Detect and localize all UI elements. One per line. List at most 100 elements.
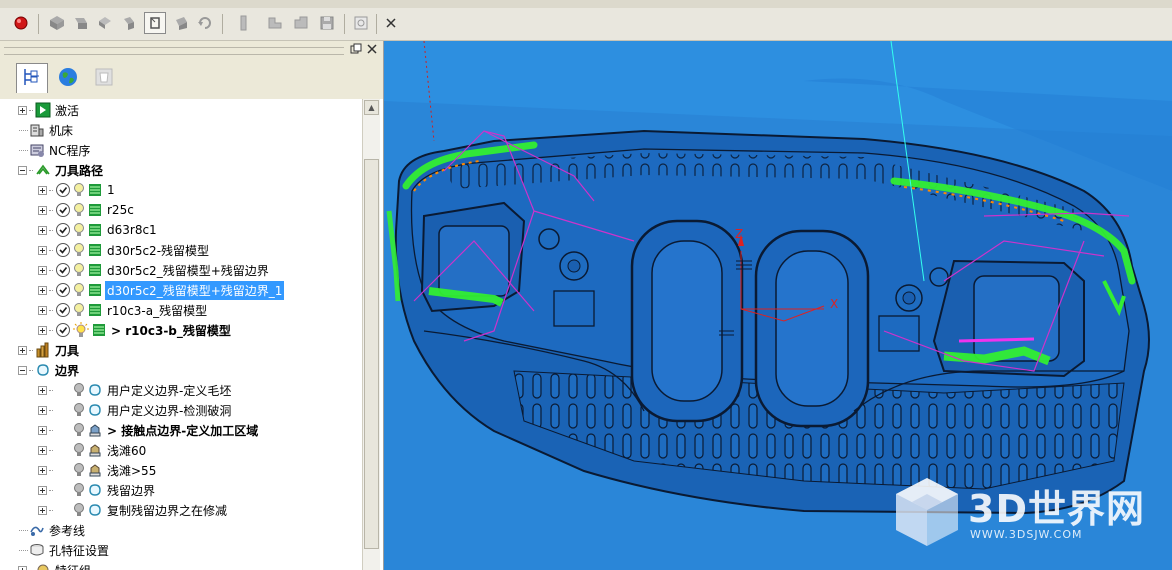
expand-icon[interactable] — [38, 425, 47, 435]
visibility-bulb-icon[interactable] — [73, 182, 85, 198]
active-check-icon[interactable] — [55, 262, 71, 278]
tree-row[interactable]: 孔特征设置 — [18, 540, 111, 560]
tree-row[interactable]: 特征组 — [18, 560, 93, 570]
expand-icon[interactable] — [38, 245, 47, 255]
visibility-bulb-icon[interactable] — [73, 442, 85, 458]
scroll-thumb[interactable] — [364, 159, 379, 549]
pane-toggle-icon[interactable] — [232, 12, 254, 34]
stop-icon[interactable] — [10, 12, 32, 34]
tree-row[interactable]: r10c3-a_残留模型 — [38, 300, 209, 320]
tree-row[interactable]: > 接触点边界-定义加工区域 — [38, 420, 260, 440]
tab-explorer[interactable] — [16, 63, 48, 93]
globe-icon — [57, 66, 79, 91]
float-icon[interactable] — [350, 43, 362, 55]
expand-icon[interactable] — [38, 445, 47, 455]
info-icon[interactable] — [350, 12, 372, 34]
tree-row[interactable]: NC程序 — [18, 140, 92, 160]
panel-grip[interactable] — [4, 47, 344, 55]
expand-icon[interactable] — [38, 325, 47, 335]
expand-icon[interactable] — [38, 485, 47, 495]
collapse-icon[interactable] — [18, 165, 27, 175]
expand-icon[interactable] — [38, 465, 47, 475]
view-top-icon[interactable] — [70, 12, 92, 34]
tree-row[interactable]: d30r5c2-残留模型 — [38, 240, 211, 260]
view-side-icon[interactable] — [118, 12, 140, 34]
active-check-icon[interactable] — [55, 182, 71, 198]
toolpath-b-icon[interactable] — [290, 12, 312, 34]
active-check-icon[interactable] — [55, 242, 71, 258]
visibility-bulb-icon[interactable] — [73, 462, 85, 478]
expand-icon[interactable] — [38, 505, 47, 515]
tree-row[interactable]: 激活 — [18, 100, 81, 120]
visibility-bulb-icon[interactable] — [73, 302, 85, 318]
visibility-bulb-on-icon[interactable] — [73, 322, 89, 338]
expand-icon[interactable] — [38, 285, 47, 295]
tree-row[interactable]: d63r8c1 — [38, 220, 159, 240]
tree-row[interactable]: 刀具路径 — [18, 160, 105, 180]
view-front-icon[interactable] — [94, 12, 116, 34]
expand-icon[interactable] — [18, 105, 27, 115]
visibility-bulb-icon[interactable] — [73, 202, 85, 218]
rotate-icon[interactable] — [194, 12, 216, 34]
save-icon[interactable] — [316, 12, 338, 34]
tree-row[interactable]: 用户定义边界-定义毛坯 — [38, 380, 233, 400]
collapse-icon[interactable] — [18, 365, 27, 375]
expand-icon[interactable] — [18, 345, 27, 355]
tree-row[interactable]: 用户定义边界-检测破洞 — [38, 400, 233, 420]
tree-row[interactable]: 参考线 — [18, 520, 87, 540]
active-check-icon[interactable] — [55, 202, 71, 218]
expand-icon[interactable] — [38, 205, 47, 215]
visibility-bulb-icon[interactable] — [73, 242, 85, 258]
active-check-icon[interactable] — [55, 322, 71, 338]
scroll-up-button[interactable]: ▲ — [364, 100, 379, 115]
visibility-bulb-icon[interactable] — [73, 282, 85, 298]
tree-row[interactable]: 复制残留边界之在修减 — [38, 500, 229, 520]
expand-icon[interactable] — [38, 185, 47, 195]
expand-icon[interactable] — [38, 305, 47, 315]
expand-icon[interactable] — [38, 225, 47, 235]
panel-header — [0, 41, 383, 60]
tree-row[interactable]: r25c — [38, 200, 136, 220]
expand-icon[interactable] — [38, 385, 47, 395]
tree-connector — [19, 549, 28, 551]
expand-icon[interactable] — [18, 565, 27, 570]
tree-scrollbar[interactable]: ▲ — [362, 99, 380, 570]
tree-row[interactable]: 浅滩60 — [38, 440, 148, 460]
visibility-bulb-icon[interactable] — [73, 262, 85, 278]
active-check-icon[interactable] — [55, 282, 71, 298]
toolpath-icon — [35, 162, 51, 178]
tree-row[interactable]: d30r5c2_残留模型+残留边界_1 — [38, 280, 285, 300]
visibility-bulb-icon[interactable] — [73, 222, 85, 238]
active-check-icon[interactable] — [55, 222, 71, 238]
view-selected-icon[interactable] — [144, 12, 166, 34]
tree-row[interactable]: 机床 — [18, 120, 75, 140]
tree-row[interactable]: 边界 — [18, 360, 81, 380]
visibility-bulb-icon[interactable] — [73, 422, 85, 438]
visibility-bulb-icon[interactable] — [73, 502, 85, 518]
tree-row[interactable]: d30r5c2_残留模型+残留边界 — [38, 260, 271, 280]
tool-icon — [35, 342, 51, 358]
tab-recycle[interactable] — [88, 63, 120, 93]
shade-icon[interactable] — [170, 12, 192, 34]
active-check-icon[interactable] — [55, 302, 71, 318]
visibility-bulb-icon[interactable] — [73, 382, 85, 398]
view-iso-icon[interactable] — [46, 12, 68, 34]
tab-globe[interactable] — [52, 63, 84, 93]
tree-row[interactable]: 残留边界 — [38, 480, 157, 500]
expand-icon[interactable] — [38, 265, 47, 275]
tree-row[interactable]: 浅滩>55 — [38, 460, 158, 480]
tree-item-label: d30r5c2_残留模型+残留边界 — [107, 263, 269, 278]
tree-row[interactable]: 刀具 — [18, 340, 81, 360]
expand-icon[interactable] — [38, 405, 47, 415]
visibility-bulb-icon[interactable] — [73, 402, 85, 418]
tree-row[interactable]: 1 — [38, 180, 117, 200]
close-panel-icon[interactable] — [366, 43, 378, 55]
watermark-url: WWW.3DSJW.COM — [970, 528, 1083, 541]
visibility-bulb-icon[interactable] — [73, 482, 85, 498]
toolpath-item-icon — [87, 242, 103, 258]
toolpath-a-icon[interactable] — [264, 12, 286, 34]
tree-row[interactable]: > r10c3-b_残留模型 — [38, 320, 233, 340]
close-toolbar-icon[interactable] — [380, 12, 402, 34]
